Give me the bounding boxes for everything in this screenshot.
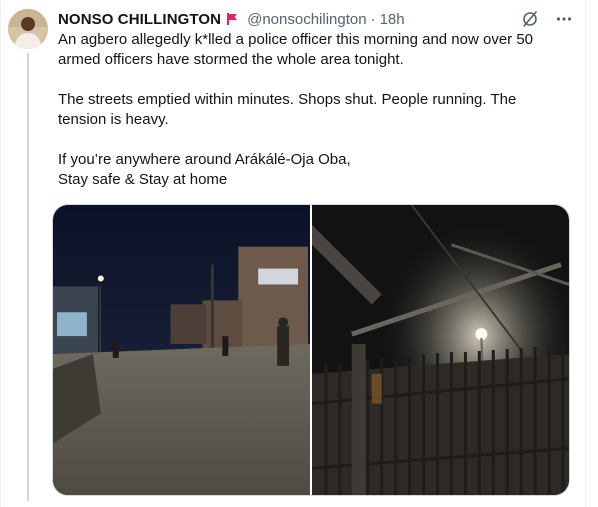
timestamp[interactable]: 18h xyxy=(380,11,405,28)
tweet-paragraph: The streets emptied within minutes. Shop… xyxy=(58,91,517,128)
tweet-paragraph: If you’re anywhere around Arákálé-Oja Ob… xyxy=(58,151,351,188)
left-border xyxy=(0,0,1,507)
author-handle[interactable]: @nonsochilington xyxy=(247,11,366,28)
photo-gate-streetlight[interactable] xyxy=(312,205,569,495)
red-flag-icon xyxy=(225,12,239,26)
more-icon[interactable] xyxy=(554,9,574,29)
photo-night-street[interactable] xyxy=(53,205,310,495)
author-name[interactable]: NONSO CHILLINGTON xyxy=(58,11,221,28)
header-actions xyxy=(520,9,574,29)
separator-dot: · xyxy=(370,10,376,28)
thread-line xyxy=(27,53,29,501)
media-grid xyxy=(52,204,570,496)
right-border xyxy=(585,0,586,507)
avatar[interactable] xyxy=(8,9,48,49)
tweet-header: NONSO CHILLINGTON @nonsochilington · 18h xyxy=(58,9,574,29)
tweet-text: An agbero allegedly k*lled a police offi… xyxy=(58,30,568,190)
tweet-paragraph: An agbero allegedly k*lled a police offi… xyxy=(58,31,534,68)
grok-icon[interactable] xyxy=(520,9,540,29)
